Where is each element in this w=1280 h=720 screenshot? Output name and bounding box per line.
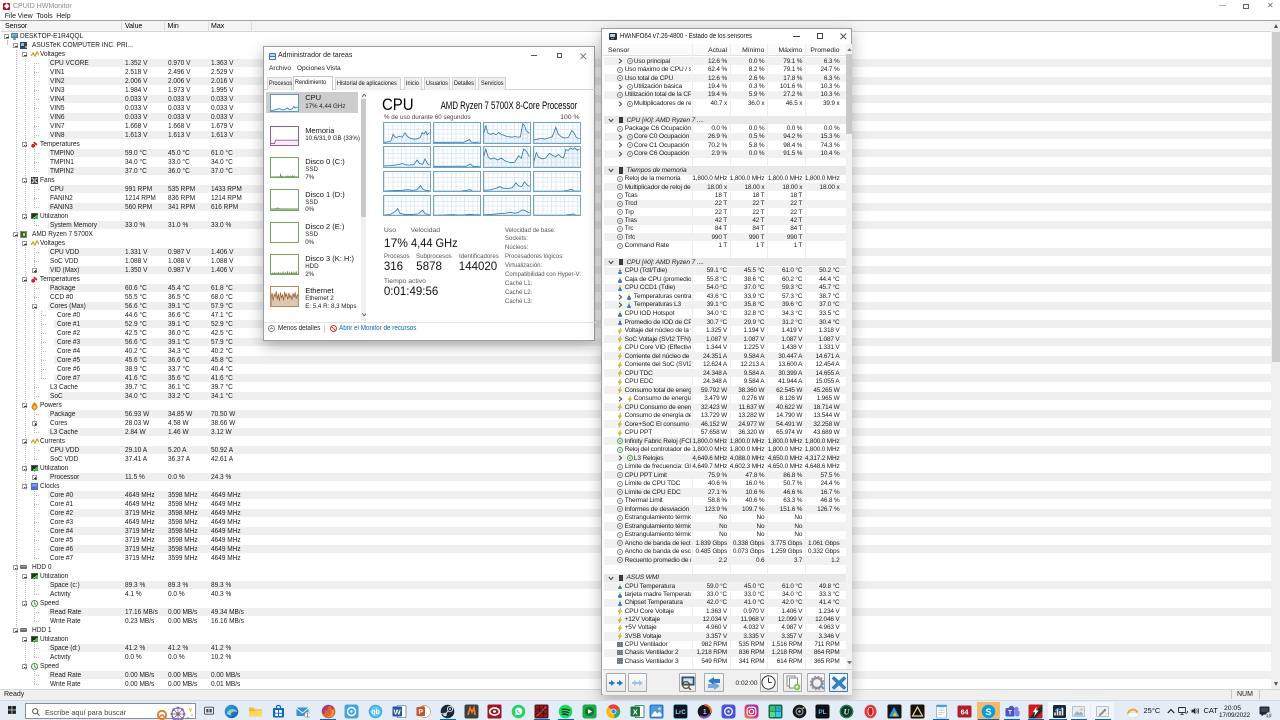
svg-text:1: 1 — [306, 713, 309, 719]
svg-text:qb: qb — [371, 709, 380, 716]
svg-text:W: W — [394, 707, 402, 716]
svg-text:X: X — [632, 707, 637, 716]
svg-text:T: T — [1008, 709, 1012, 716]
svg-text:LrC: LrC — [676, 710, 687, 716]
svg-text:16: 16 — [1266, 713, 1271, 718]
svg-text:1: 1 — [703, 709, 707, 716]
svg-text:P: P — [418, 709, 423, 716]
svg-text:64: 64 — [961, 709, 969, 716]
svg-text:PL: PL — [819, 709, 827, 716]
svg-text:S: S — [985, 707, 991, 717]
